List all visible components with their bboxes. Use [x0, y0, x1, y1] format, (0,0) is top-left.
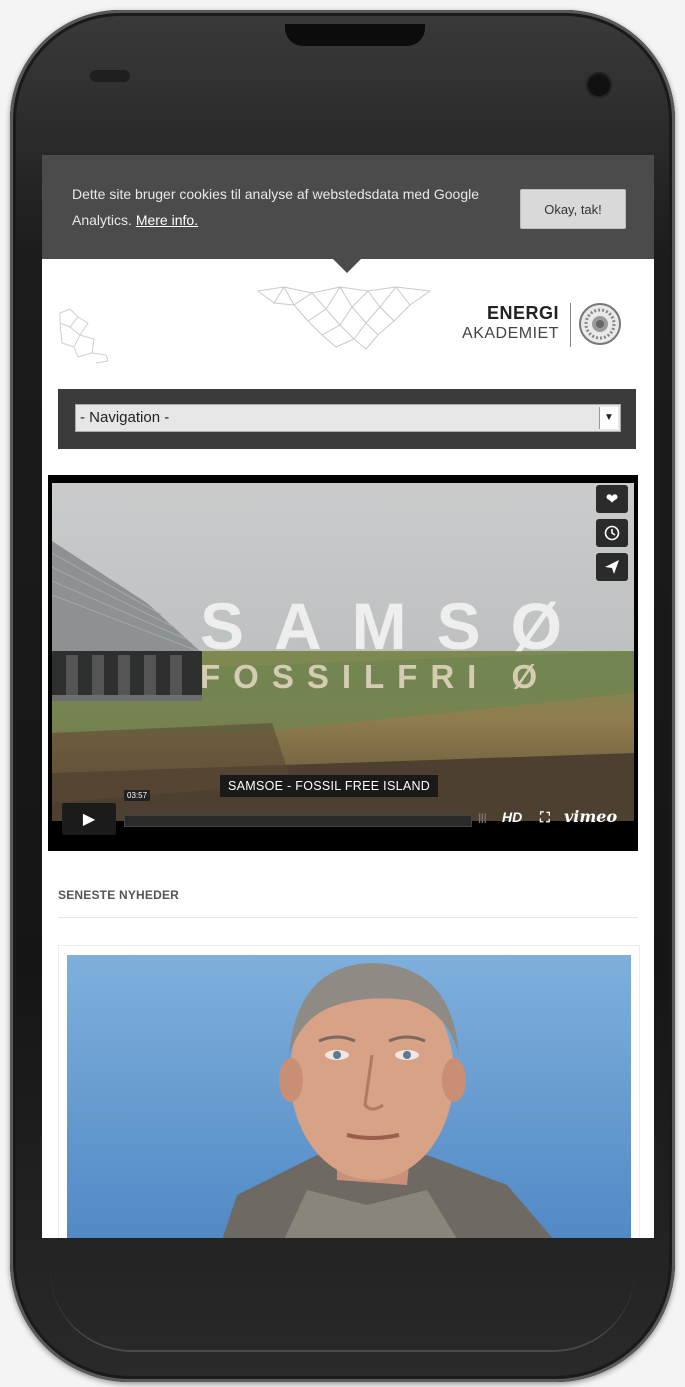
navigation-select[interactable]: - Navigation - ▼ — [75, 404, 621, 432]
volume-icon[interactable]: ||| — [478, 813, 486, 824]
screen: Dette site bruger cookies til analyse af… — [42, 155, 654, 1238]
header-pattern-center — [257, 286, 431, 350]
video-controls: ▶ 03:57 ||| HD ⛶ vimeo — [58, 790, 628, 837]
hd-toggle[interactable]: HD — [502, 809, 522, 825]
cookie-text: Dette site bruger cookies til analyse af… — [72, 186, 480, 228]
chevron-down-icon[interactable]: ▼ — [599, 407, 618, 429]
header-pattern-left — [59, 308, 109, 364]
video-progress-bar[interactable] — [124, 815, 472, 827]
cookie-more-info-link[interactable]: Mere info. — [136, 212, 198, 228]
news-image[interactable] — [67, 955, 631, 1238]
section-divider — [58, 917, 638, 918]
video-thumbnail[interactable]: SAMSØ FOSSILFRI Ø — [52, 483, 634, 821]
energiakademiet-logo[interactable]: ENERGI AKADEMIET — [452, 301, 637, 355]
cookie-bar-pointer — [333, 259, 361, 273]
phone-speaker — [285, 24, 425, 46]
cookie-bar: Dette site bruger cookies til analyse af… — [42, 155, 654, 259]
phone-camera — [586, 72, 612, 98]
news-card[interactable] — [58, 945, 640, 1238]
logo-line2: AKADEMIET — [462, 325, 559, 342]
navigation-bar: - Navigation - ▼ — [58, 389, 636, 449]
cookie-accept-button[interactable]: Okay, tak! — [520, 189, 626, 229]
news-photo-portrait — [67, 955, 631, 1238]
vimeo-logo[interactable]: vimeo — [564, 807, 617, 826]
video-title-fossilfri: FOSSILFRI Ø — [200, 658, 551, 695]
heart-icon[interactable]: ❤ — [596, 485, 628, 513]
logo-line1: ENERGI — [486, 303, 559, 323]
sunflower-logo-icon — [579, 303, 621, 345]
navigation-selected-value: - Navigation - — [80, 409, 170, 426]
fullscreen-icon[interactable]: ⛶ — [540, 809, 550, 826]
cookie-message: Dette site bruger cookies til analyse af… — [72, 181, 492, 233]
logo-separator — [570, 303, 571, 347]
phone-sensor — [90, 70, 130, 82]
play-icon[interactable]: ▶ — [62, 803, 116, 835]
send-icon[interactable] — [596, 553, 628, 581]
clock-icon[interactable] — [596, 519, 628, 547]
video-title-samso: SAMSØ — [200, 589, 593, 663]
video-player[interactable]: SAMSØ FOSSILFRI Ø ❤ SAMSOE - FOSSIL FREE… — [48, 475, 638, 851]
video-duration: 03:57 — [124, 790, 151, 801]
phone-bottom-edge — [50, 1270, 635, 1352]
video-caption: SAMSOE - FOSSIL FREE ISLAND — [220, 775, 439, 797]
section-title-news: SENESTE NYHEDER — [58, 888, 180, 902]
